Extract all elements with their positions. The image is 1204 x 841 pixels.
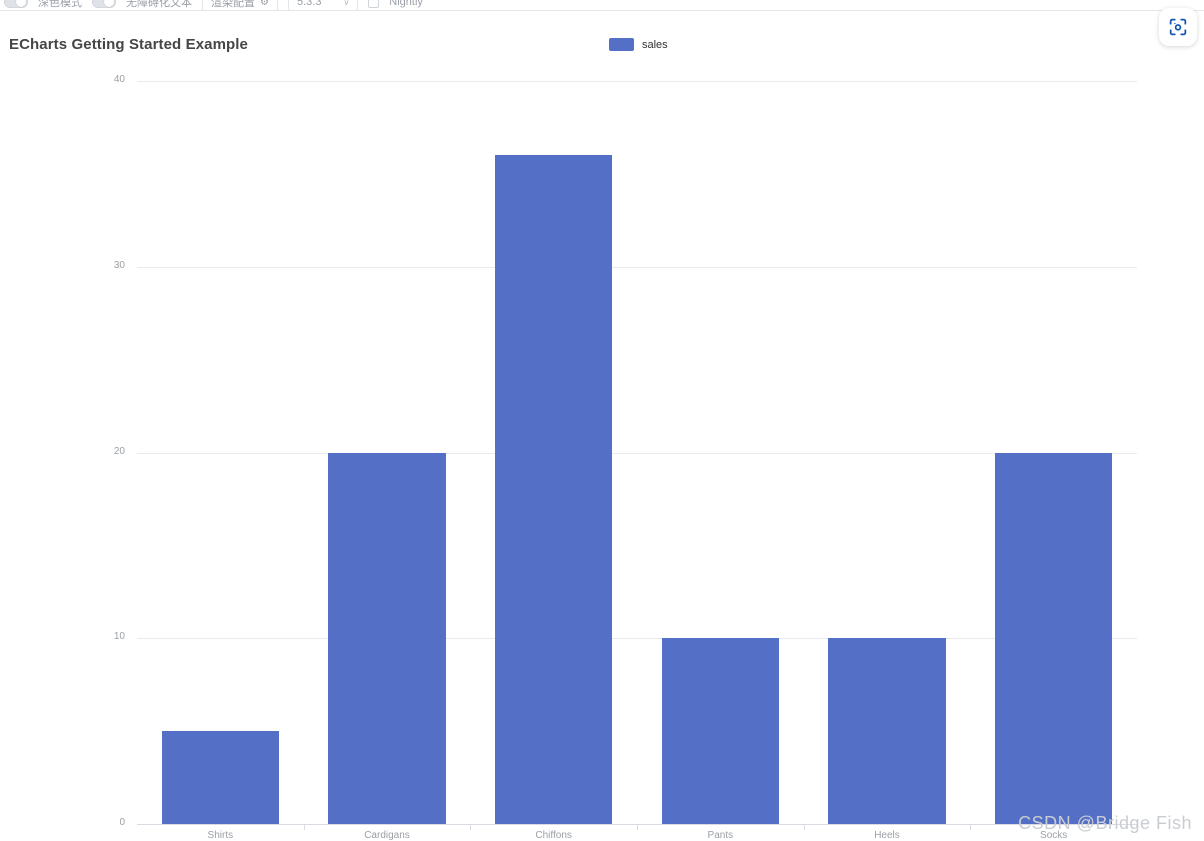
render-config-button[interactable]: 渲染配置 ⚙ <box>202 0 278 10</box>
x-axis-label-cardigans: Cardigans <box>364 830 410 841</box>
y-axis-tick-label: 0 <box>119 817 125 828</box>
y-axis-tick-label: 20 <box>113 445 125 457</box>
gridline <box>137 81 1137 82</box>
version-select[interactable]: 5.3.3 ∨ <box>287 0 359 10</box>
accessibility-label: 无障碍化文本 <box>126 0 192 9</box>
nightly-label: Nightly <box>389 0 423 8</box>
accessibility-toggle[interactable] <box>92 0 116 8</box>
chevron-down-icon: ∨ <box>343 0 350 7</box>
legend-label-sales: sales <box>642 38 668 51</box>
toolbar-row: 深色模式 无障碍化文本 渲染配置 ⚙ 5.3.3 ∨ Nightly <box>0 0 423 10</box>
bar-shirts[interactable] <box>161 731 280 824</box>
gridline <box>137 266 1137 268</box>
x-axis-tick-mark <box>970 825 972 830</box>
x-axis-label-heels: Heels <box>874 830 900 841</box>
bar-pants[interactable] <box>661 638 780 824</box>
bar-heels[interactable] <box>828 638 946 824</box>
y-axis-tick-label: 40 <box>113 74 125 85</box>
dark-mode-toggle[interactable] <box>4 0 28 8</box>
x-axis-tick-mark <box>303 825 305 830</box>
top-toolbar: 深色模式 无障碍化文本 渲染配置 ⚙ 5.3.3 ∨ Nightly <box>0 0 1204 11</box>
legend-swatch-sales[interactable] <box>609 38 634 51</box>
x-axis-label-shirts: Shirts <box>207 830 234 841</box>
chart-legend[interactable]: sales <box>609 38 668 51</box>
nightly-checkbox[interactable] <box>368 0 380 8</box>
gridline <box>137 452 1137 454</box>
render-config-label: 渲染配置 <box>211 0 255 9</box>
bar-chiffons[interactable] <box>494 155 613 824</box>
x-axis-label-socks: Socks <box>1040 830 1068 841</box>
x-axis-label-pants: Pants <box>707 830 734 841</box>
x-axis-tick-mark <box>803 825 805 830</box>
version-value: 5.3.3 <box>296 0 322 8</box>
gear-icon: ⚙ <box>260 0 269 8</box>
echarts-canvas[interactable]: ECharts Getting Started Example sales CS… <box>0 11 1204 841</box>
chart-title: ECharts Getting Started Example <box>9 36 248 53</box>
bar-socks[interactable] <box>994 452 1113 824</box>
bar-cardigans[interactable] <box>328 452 446 824</box>
x-axis-label-chiffons: Chiffons <box>535 830 572 841</box>
y-axis-tick-label: 30 <box>113 259 125 271</box>
gridline <box>137 638 1137 640</box>
x-axis-tick-mark <box>470 825 472 830</box>
scan-code-icon <box>1169 18 1187 36</box>
x-axis-tick-mark <box>637 825 638 830</box>
scan-code-button[interactable] <box>1159 8 1197 46</box>
y-axis-tick-label: 10 <box>113 631 125 643</box>
dark-mode-label: 深色模式 <box>38 0 82 9</box>
